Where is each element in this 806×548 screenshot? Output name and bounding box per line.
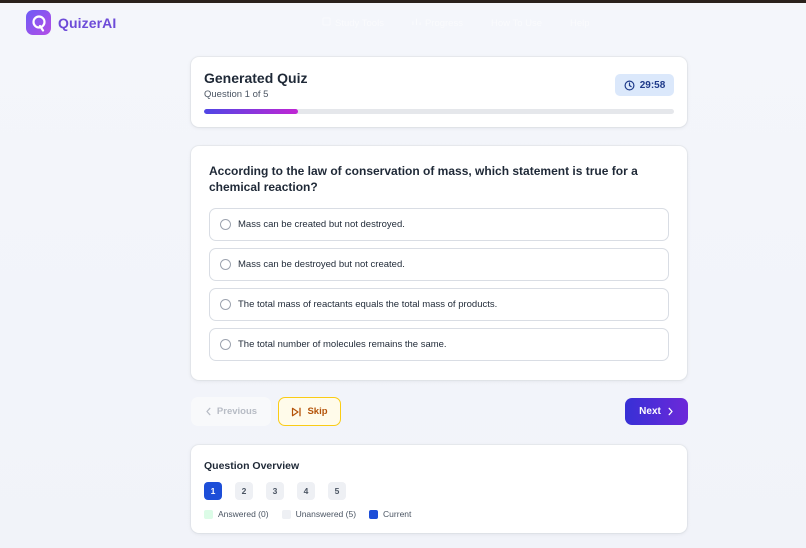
question-card: According to the law of conservation of … xyxy=(191,146,687,380)
answer-option-label: Mass can be destroyed but not created. xyxy=(238,259,405,270)
next-button-label: Next xyxy=(639,406,661,417)
nav-item-label: Study Tools xyxy=(335,17,384,29)
quiz-progress-bar xyxy=(204,109,674,114)
answer-option-label: Mass can be created but not destroyed. xyxy=(238,219,405,230)
current-swatch xyxy=(369,509,379,519)
top-navbar: QuizerAI Study Tools Progress How To Use… xyxy=(0,3,806,45)
book-icon xyxy=(322,17,331,29)
question-number-button[interactable]: 4 xyxy=(297,482,315,500)
question-number-button[interactable]: 3 xyxy=(266,482,284,500)
quiz-title: Generated Quiz xyxy=(204,70,308,86)
radio-button[interactable] xyxy=(220,219,231,230)
clock-icon xyxy=(624,80,635,90)
legend-label: Unanswered (5) xyxy=(295,509,357,519)
answer-option-4[interactable]: The total number of molecules remains th… xyxy=(209,328,669,361)
question-overview-card: Question Overview 1 2 3 4 5 Answered (0)… xyxy=(191,445,687,533)
question-number-button[interactable]: 5 xyxy=(328,482,346,500)
nav-item-help[interactable]: Help xyxy=(570,18,590,29)
legend-label: Answered (0) xyxy=(218,509,269,519)
nav-item-label: Help xyxy=(570,17,590,29)
chart-icon xyxy=(412,17,421,29)
previous-button[interactable]: Previous xyxy=(191,397,271,426)
radio-button[interactable] xyxy=(220,299,231,310)
question-number-button[interactable]: 1 xyxy=(204,482,222,500)
skip-forward-icon xyxy=(292,407,302,416)
radio-button[interactable] xyxy=(220,259,231,270)
nav-item-study-tools[interactable]: Study Tools xyxy=(322,17,384,29)
question-text: According to the law of conservation of … xyxy=(209,164,638,194)
skip-button[interactable]: Skip xyxy=(278,397,341,426)
unanswered-swatch xyxy=(281,509,291,519)
chevron-left-icon xyxy=(206,407,211,416)
chevron-right-icon xyxy=(668,407,673,416)
legend-current: Current xyxy=(369,509,411,519)
answer-option-label: The total number of molecules remains th… xyxy=(238,339,447,350)
question-counter: Question 1 of 5 xyxy=(204,89,269,100)
brand[interactable]: QuizerAI xyxy=(26,10,116,35)
quizerai-logo-icon xyxy=(26,10,51,35)
quiz-progress-fill xyxy=(204,109,298,114)
quiz-header-card: Generated Quiz Question 1 of 5 29:58 xyxy=(191,57,687,127)
nav-item-label: How To Use xyxy=(490,17,543,29)
legend-label: Current xyxy=(383,509,412,519)
overview-legend: Answered (0) Unanswered (5) Current xyxy=(204,509,424,519)
nav-item-progress[interactable]: Progress xyxy=(412,17,463,29)
answered-swatch xyxy=(204,509,213,519)
nav-item-how-to-use[interactable]: How To Use xyxy=(491,18,542,29)
answer-option-1[interactable]: Mass can be created but not destroyed. xyxy=(209,208,669,241)
skip-button-label: Skip xyxy=(307,406,328,417)
brand-name: QuizerAI xyxy=(58,14,117,31)
previous-button-label: Previous xyxy=(216,406,258,417)
timer-value: 29:58 xyxy=(639,79,666,91)
answer-option-3[interactable]: The total mass of reactants equals the t… xyxy=(209,288,669,321)
answer-option-label: The total mass of reactants equals the t… xyxy=(238,299,498,310)
question-number-list: 1 2 3 4 5 xyxy=(204,482,359,500)
radio-button[interactable] xyxy=(220,339,231,350)
timer-badge: 29:58 xyxy=(615,74,674,96)
nav-item-label: Progress xyxy=(424,17,463,29)
main-nav: Study Tools Progress How To Use Help xyxy=(322,17,618,29)
answer-option-2[interactable]: Mass can be destroyed but not created. xyxy=(209,248,669,281)
overview-title: Question Overview xyxy=(204,460,300,472)
next-button[interactable]: Next xyxy=(625,398,688,425)
legend-answered: Answered (0) xyxy=(204,509,269,519)
question-number-button[interactable]: 2 xyxy=(235,482,253,500)
legend-unanswered: Unanswered (5) xyxy=(281,509,357,519)
